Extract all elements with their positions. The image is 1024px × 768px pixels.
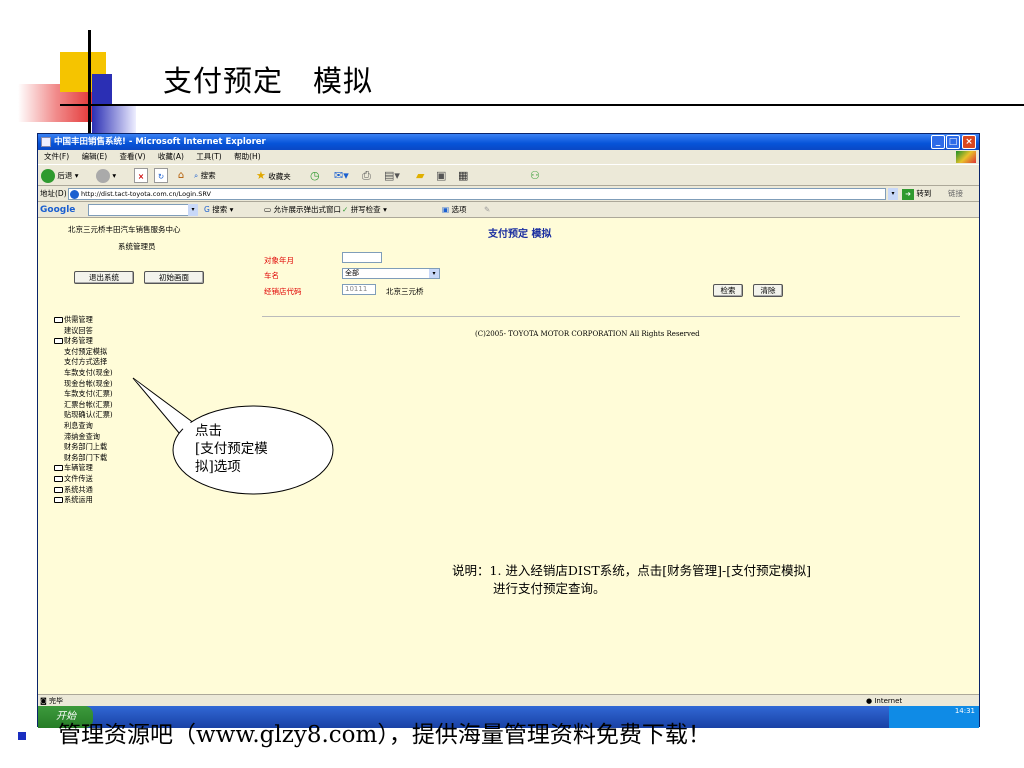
bullet-icon bbox=[18, 732, 26, 740]
callout-line-2: [支付预定模 bbox=[195, 441, 268, 457]
callout-line-3: 拟]选项 bbox=[195, 459, 241, 475]
callout-line-1: 点击 bbox=[195, 423, 222, 439]
callout-overlay bbox=[132, 377, 334, 495]
note-line-2: 进行支付预定查询。 bbox=[493, 581, 606, 596]
footer-text: 管理资源吧（www.glzy8.com），提供海量管理资料免费下载！ bbox=[58, 722, 711, 748]
note-line-1: 说明：1. 进入经销店DIST系统，点击[财务管理]-[支付预定模拟] bbox=[452, 563, 811, 578]
callout-pointer-fill bbox=[134, 379, 204, 442]
slide-footer: 管理资源吧（www.glzy8.com），提供海量管理资料免费下载！ bbox=[0, 718, 1024, 768]
